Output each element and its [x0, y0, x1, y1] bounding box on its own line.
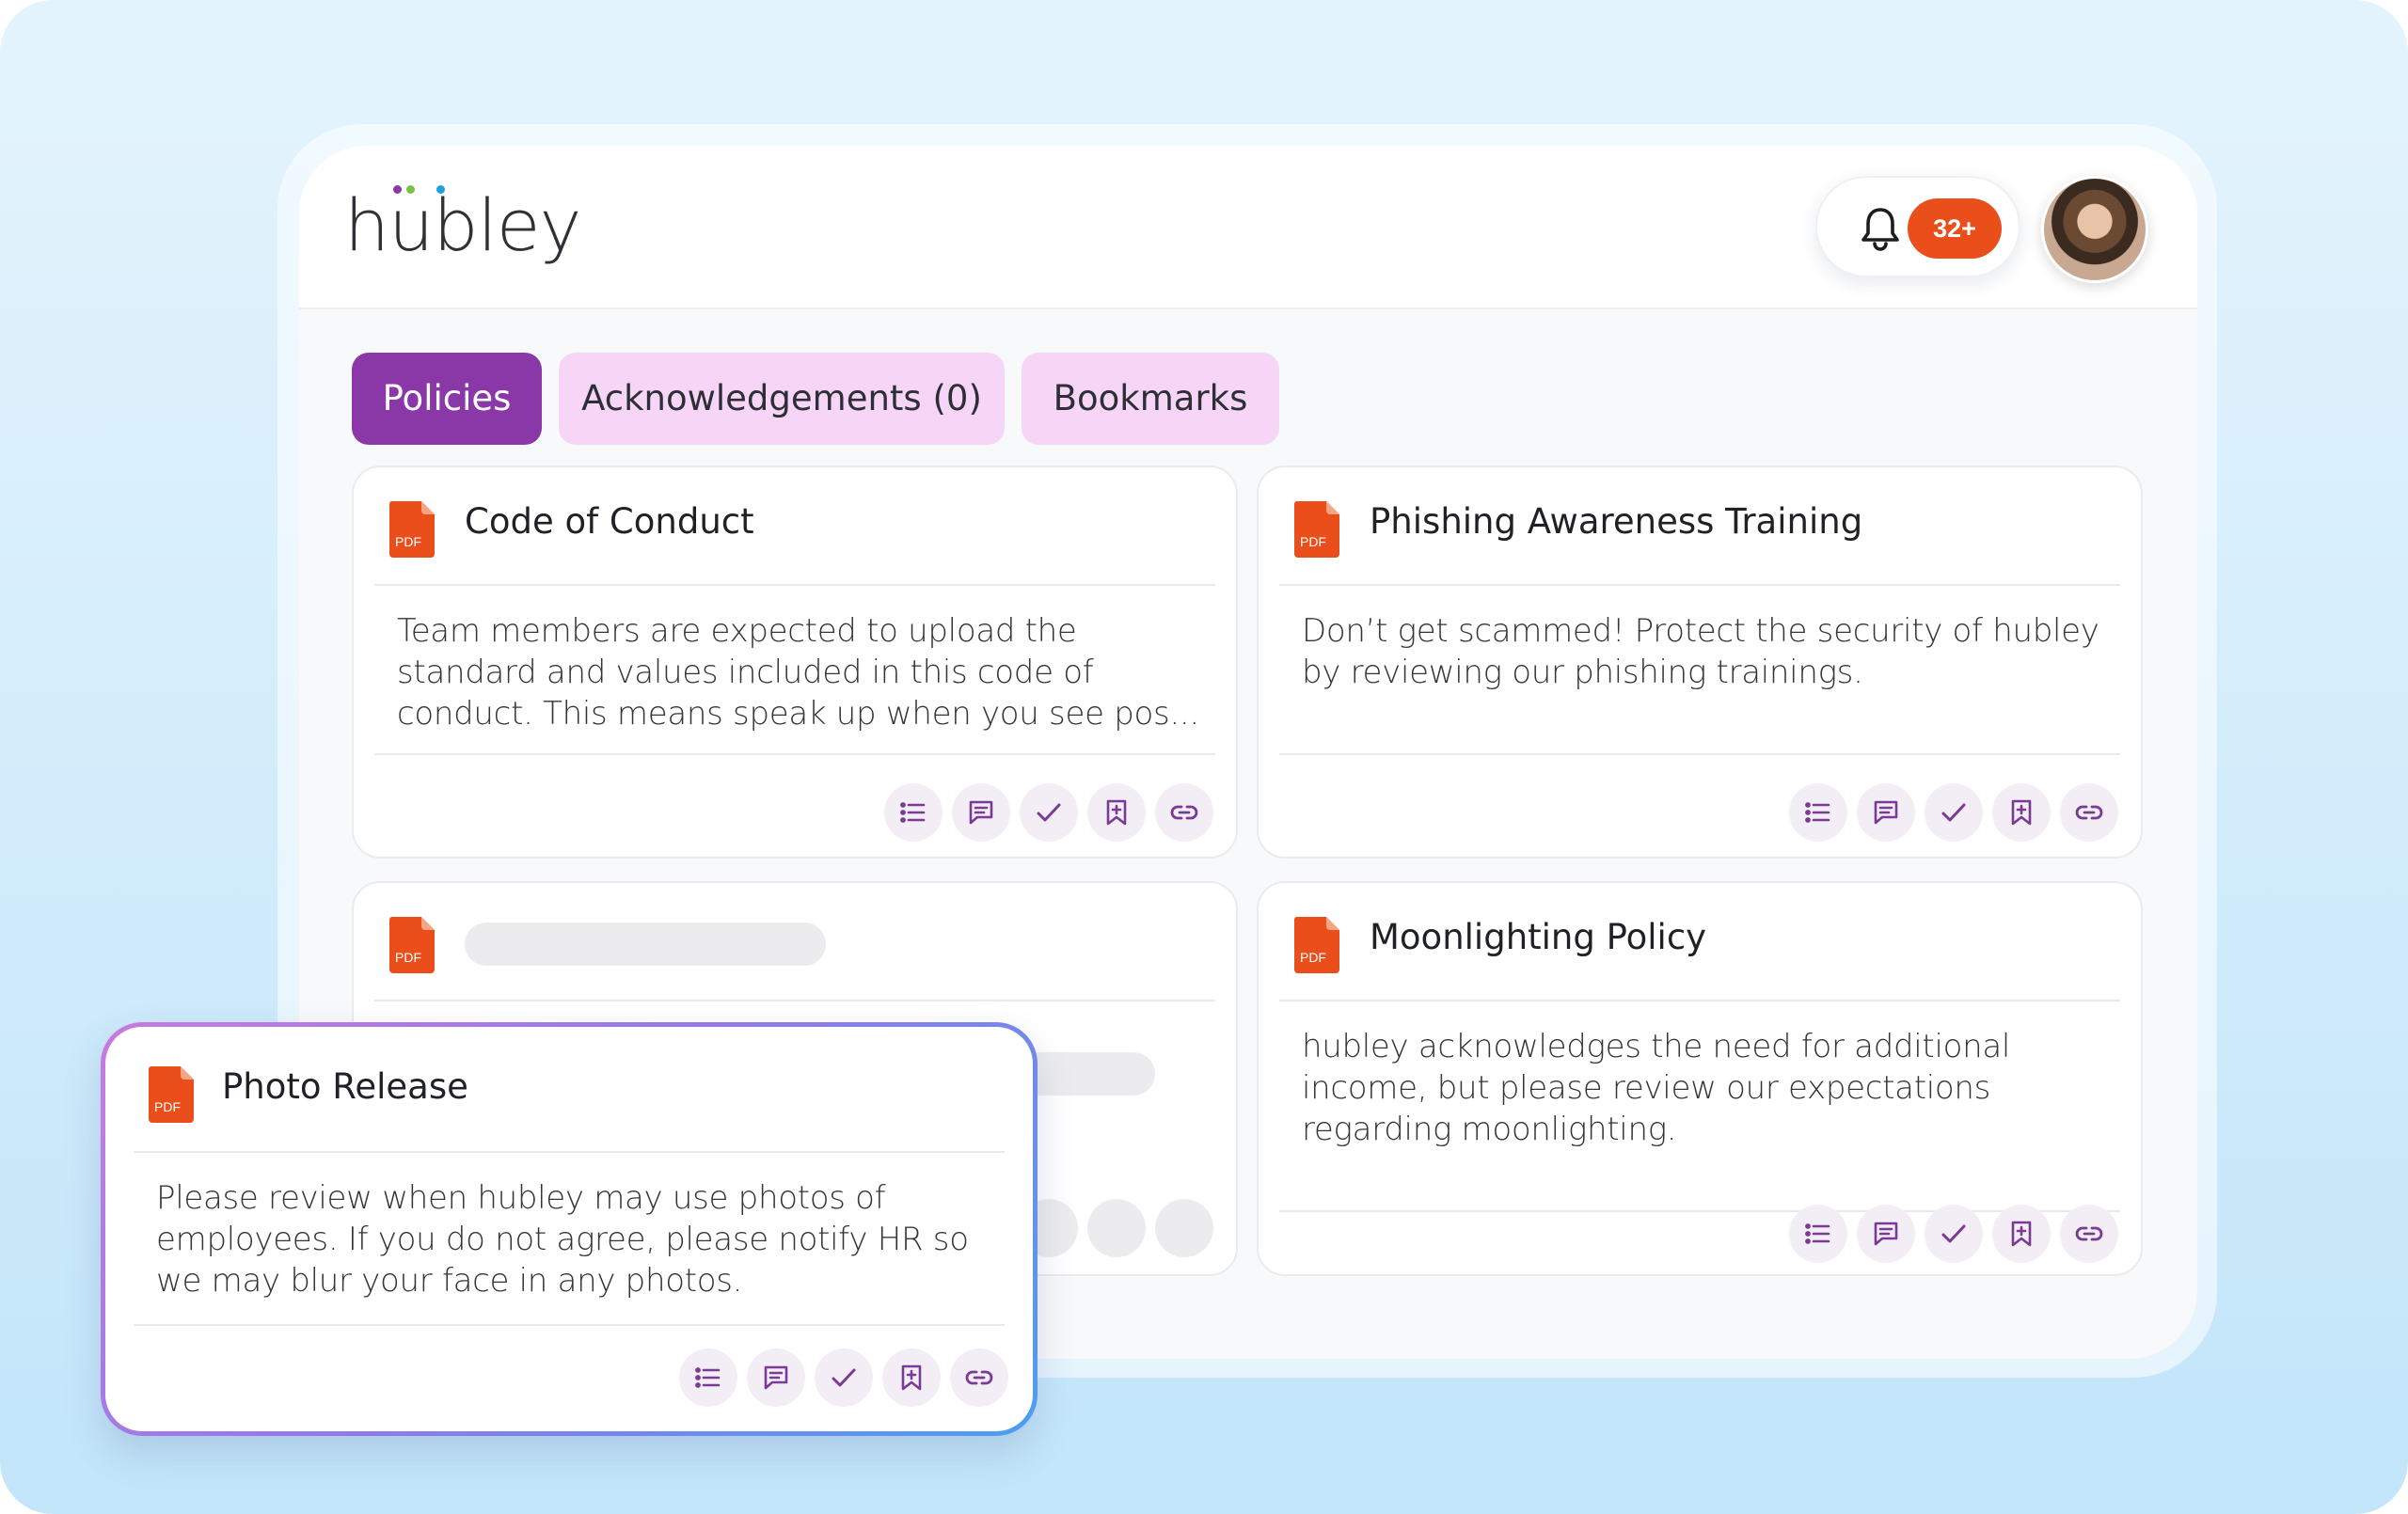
link-icon[interactable] — [950, 1348, 1008, 1407]
divider — [1279, 1000, 2120, 1001]
divider — [374, 1000, 1215, 1001]
pdf-icon — [388, 501, 435, 558]
tab-bookmarks[interactable]: Bookmarks — [1022, 353, 1279, 445]
title-skeleton — [465, 923, 826, 966]
list-icon[interactable] — [1789, 783, 1847, 842]
comment-icon[interactable] — [1857, 1205, 1915, 1263]
link-icon[interactable] — [1155, 783, 1213, 842]
divider — [1279, 584, 2120, 586]
pdf-icon — [388, 917, 435, 973]
card-description: Team members are expected to upload the … — [397, 612, 1199, 733]
tab-acknowledgements[interactable]: Acknowledgements (0) — [559, 353, 1005, 445]
action-skeleton — [1155, 1199, 1213, 1257]
divider — [1279, 753, 2120, 755]
card-description: Don’t get scammed! Protect the security … — [1302, 612, 2099, 691]
card-title: Code of Conduct — [465, 501, 754, 542]
link-icon[interactable] — [2060, 1205, 2118, 1263]
user-avatar[interactable] — [2041, 176, 2148, 283]
action-skeleton — [1087, 1199, 1146, 1257]
policy-card-phishing-awareness[interactable]: Phishing Awareness Training Don’t get sc… — [1257, 465, 2143, 859]
check-icon[interactable] — [1925, 1205, 1983, 1263]
policy-card-code-of-conduct[interactable]: Code of Conduct Team members are expecte… — [352, 465, 1238, 859]
comment-icon[interactable] — [952, 783, 1010, 842]
check-icon[interactable] — [1925, 783, 1983, 842]
card-actions — [1789, 783, 2126, 842]
card-description: hubley acknowledges the need for additio… — [1302, 1028, 2011, 1148]
tab-policies[interactable]: Policies — [352, 353, 542, 445]
notifications-button[interactable]: 32+ — [1815, 176, 2020, 277]
bookmark-add-icon[interactable] — [1087, 783, 1146, 842]
backdrop: hubley 32+ Policies Acknowledgements (0)… — [0, 0, 2408, 1514]
card-actions — [884, 783, 1221, 842]
policy-card-moonlighting[interactable]: Moonlighting Policy hubley acknowledges … — [1257, 881, 2143, 1276]
card-title: Moonlighting Policy — [1370, 917, 1707, 957]
list-icon[interactable] — [884, 783, 943, 842]
check-icon[interactable] — [1020, 783, 1078, 842]
logo-text: hubley — [344, 183, 581, 267]
list-icon[interactable] — [1789, 1205, 1847, 1263]
photo-release-card-highlight: Photo Release Please review when hubley … — [101, 1022, 1038, 1436]
bookmark-add-icon[interactable] — [882, 1348, 941, 1407]
top-bar: hubley 32+ — [299, 146, 2197, 309]
check-icon[interactable] — [815, 1348, 873, 1407]
divider — [374, 753, 1215, 755]
policy-card-photo-release[interactable]: Photo Release Please review when hubley … — [105, 1027, 1033, 1431]
link-icon[interactable] — [2060, 783, 2118, 842]
notification-count-badge: 32+ — [1908, 198, 2002, 259]
pdf-icon — [1293, 501, 1339, 558]
comment-icon[interactable] — [1857, 783, 1915, 842]
divider — [134, 1324, 1005, 1326]
pdf-icon — [148, 1066, 194, 1123]
comment-icon[interactable] — [747, 1348, 805, 1407]
pdf-icon — [1293, 917, 1339, 973]
card-description: Please review when hubley may use photos… — [156, 1179, 969, 1300]
card-actions — [1789, 1205, 2126, 1263]
divider — [134, 1151, 1005, 1153]
bookmark-add-icon[interactable] — [1992, 1205, 2051, 1263]
list-icon[interactable] — [679, 1348, 737, 1407]
hubley-logo[interactable]: hubley — [344, 183, 581, 268]
card-actions — [679, 1348, 1016, 1407]
bookmark-add-icon[interactable] — [1992, 783, 2051, 842]
card-title: Photo Release — [222, 1066, 468, 1107]
bell-icon — [1861, 208, 1899, 251]
divider — [374, 584, 1215, 586]
card-title: Phishing Awareness Training — [1370, 501, 1863, 542]
